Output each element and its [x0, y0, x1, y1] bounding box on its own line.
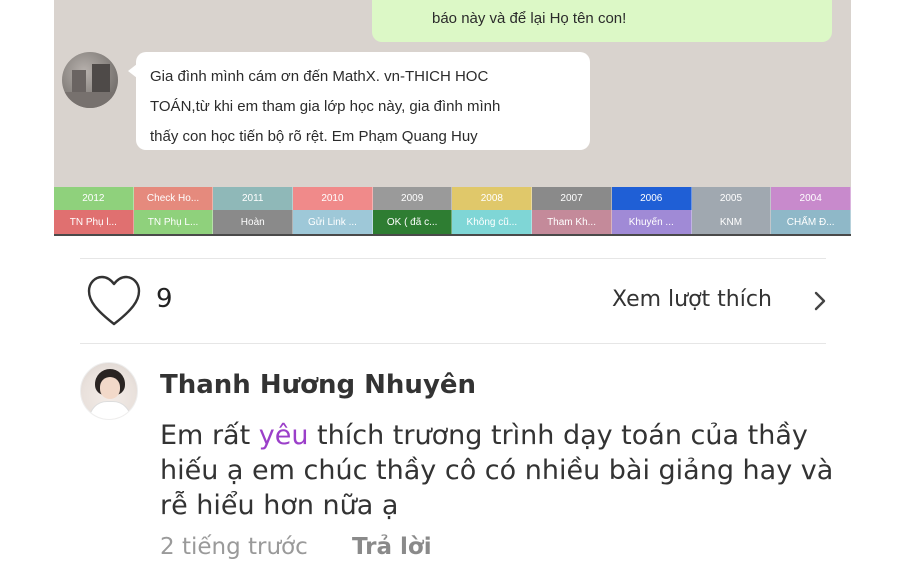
chat-avatar — [62, 52, 118, 108]
heart-icon[interactable] — [86, 274, 142, 328]
label-tag: CHẤM Đ... — [771, 210, 851, 234]
label-tag: 2004 — [771, 187, 851, 210]
label-tag: Không cũ... — [452, 210, 533, 234]
incoming-message-bubble: Gia đình mình cám ơn đến MathX. vn-THICH… — [128, 52, 590, 150]
like-count: 9 — [156, 284, 173, 314]
label-tag: KNM — [691, 210, 772, 234]
label-tag: OK ( đã c... — [372, 210, 453, 234]
outgoing-message-text: báo này và để lại Họ tên con! — [432, 10, 627, 27]
label-tag: 2007 — [532, 187, 612, 210]
label-tag: 2008 — [452, 187, 533, 210]
chevron-right-icon[interactable] — [812, 290, 828, 312]
outgoing-message-bubble: báo này và để lại Họ tên con! — [372, 0, 832, 42]
label-tag: 2010 — [293, 187, 373, 210]
label-tag: 2009 — [372, 187, 453, 210]
comment-text-part: Em rất — [160, 420, 259, 451]
label-tag: Gửi Link ... — [293, 210, 373, 234]
comment-text: Em rất yêu thích trương trình dạy toán c… — [160, 418, 840, 523]
comment-timestamp: 2 tiếng trước — [160, 534, 308, 560]
label-tag: 2005 — [691, 187, 772, 210]
label-tag: 2006 — [611, 187, 692, 210]
label-tag: Khuyến ... — [611, 210, 692, 234]
commenter-avatar[interactable] — [80, 362, 138, 420]
comment-highlight-word: yêu — [258, 420, 309, 451]
label-tag: 2012 — [54, 187, 134, 210]
chat-screenshot-image: báo này và để lại Họ tên con! Gia đình m… — [54, 0, 851, 236]
incoming-message-line: Gia đình mình cám ơn đến MathX. vn-THICH… — [150, 68, 489, 85]
label-tag-strip: 2012 Check Ho... 2011 2010 2009 2008 2007 2006 2… — [54, 187, 851, 234]
incoming-message-line: TOÁN,từ khi em tham gia lớp học này, gia… — [150, 98, 501, 115]
divider — [80, 258, 826, 259]
label-tag: 2011 — [213, 187, 294, 210]
label-tag: Tham Kh... — [532, 210, 612, 234]
see-likes-link[interactable]: Xem lượt thích — [612, 287, 772, 312]
label-tag: TN Phụ L... — [133, 210, 214, 234]
label-tag: Hoàn — [213, 210, 294, 234]
incoming-message-line: thấy con học tiến bộ rõ rệt. Em Phạm Qua… — [150, 128, 478, 145]
label-tag: TN Phụ l... — [54, 210, 134, 234]
comment-author-name[interactable]: Thanh Hương Nhuyên — [160, 370, 476, 400]
divider — [80, 343, 826, 344]
reply-button[interactable]: Trả lời — [352, 534, 432, 560]
label-tag: Check Ho... — [133, 187, 214, 210]
